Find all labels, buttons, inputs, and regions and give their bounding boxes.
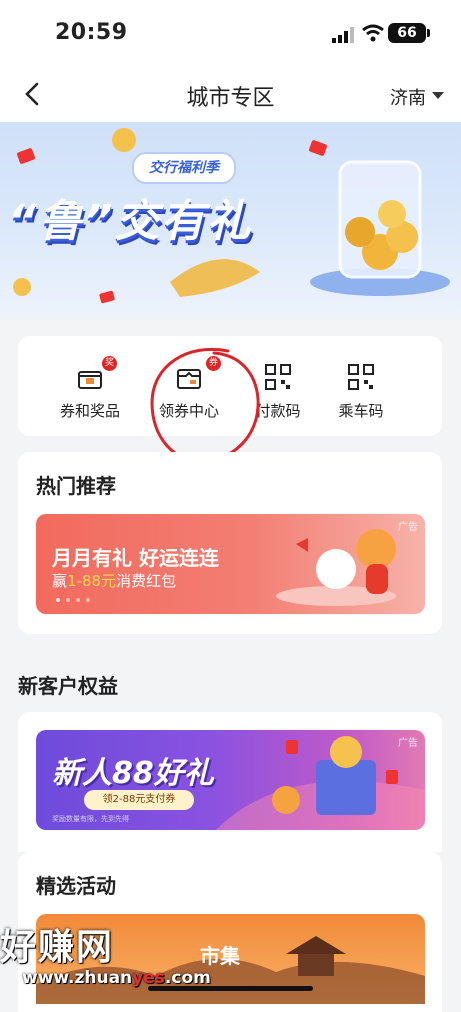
- watermark-url: www.zhuanyes.com: [22, 968, 211, 988]
- promo-note: 奖励数量有限，先到先得: [52, 815, 129, 823]
- promo-text: 市集: [200, 944, 240, 968]
- promo-sub-highlight: 1-88元: [67, 572, 117, 590]
- promo-pill: 领2-88元支付券: [84, 790, 194, 810]
- battery-icon: 66: [388, 23, 426, 43]
- section-title-new-customer: 新客户权益: [18, 674, 118, 698]
- wm-url-a: www.zhuan: [22, 968, 133, 988]
- cellular-signal-icon: [332, 27, 354, 43]
- qr-code-icon: [348, 364, 374, 390]
- ad-tag: 广告: [398, 738, 418, 749]
- banner-tag: 交行福利季: [132, 152, 236, 184]
- ad-tag: 广告: [398, 522, 418, 533]
- entry-transit-code[interactable]: 乘车码: [316, 362, 406, 421]
- promo-title: 新人88好礼: [52, 756, 214, 791]
- banner-headline: “鲁”交有礼: [8, 196, 253, 247]
- entry-coupons-prizes[interactable]: 券和奖品 奖: [45, 356, 135, 421]
- home-indicator: [148, 986, 313, 991]
- status-time: 20:59: [55, 20, 128, 45]
- city-selector[interactable]: 济南: [390, 84, 426, 110]
- wm-url-c: .com: [164, 968, 211, 988]
- badge-prize: 奖: [102, 356, 117, 371]
- promo-sub-suffix: 消费红包: [116, 572, 177, 590]
- entry-label: 乘车码: [338, 402, 384, 420]
- wm-url-b: yes: [132, 968, 165, 988]
- section-title-hot: 热门推荐: [36, 474, 116, 498]
- promo-title: 月月有礼 好运连连: [52, 546, 219, 570]
- entry-label: 券和奖品: [59, 402, 120, 420]
- caret-down-icon[interactable]: [432, 92, 444, 99]
- section-title-selected: 精选活动: [36, 874, 116, 898]
- promo-subtitle: 赢1-88元消费红包: [52, 570, 176, 591]
- battery-tip: [427, 29, 430, 37]
- wifi-icon: [362, 24, 384, 42]
- watermark-logo: 好赚网: [0, 927, 115, 968]
- gift-box-icon: [78, 371, 102, 389]
- promo-sub-prefix: 赢: [52, 572, 68, 590]
